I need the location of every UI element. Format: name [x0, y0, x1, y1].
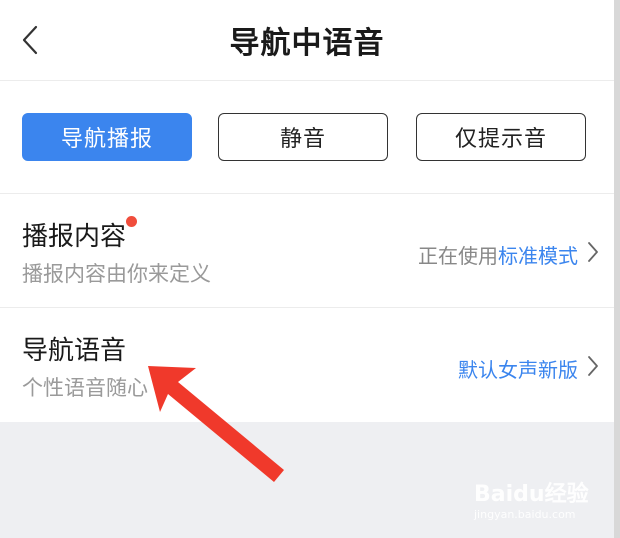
annotation-arrow [148, 366, 284, 482]
